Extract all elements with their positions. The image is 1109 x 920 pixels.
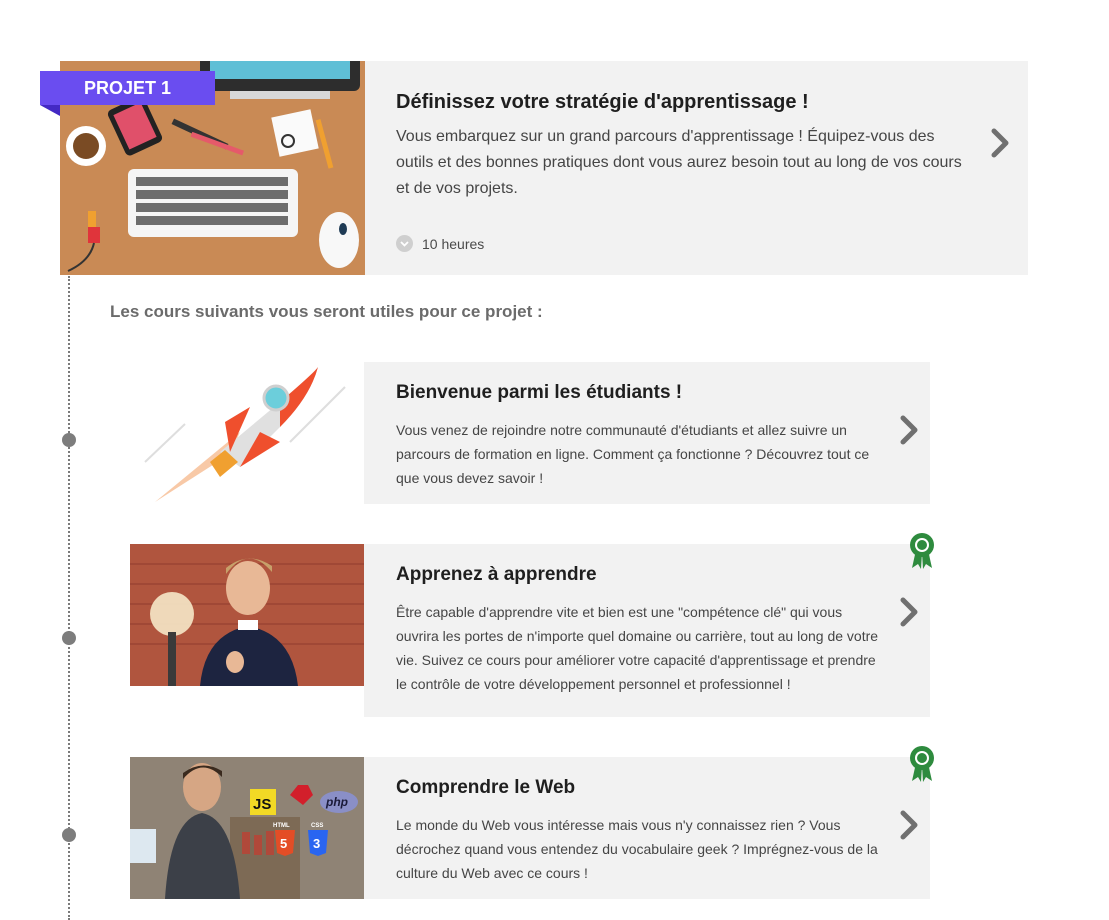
timeline-line [68,276,70,920]
css-label: CSS [311,823,323,829]
award-ribbon-icon [910,533,934,569]
html5-logo: 5 [280,836,287,851]
course-title: Apprenez à apprendre [396,564,597,585]
rocket-illustration [144,367,346,502]
chevron-right-icon[interactable] [897,597,923,627]
css3-logo: 3 [313,836,320,851]
duration-label: 10 heures [422,235,485,252]
project-duration: 10 heures [396,235,484,252]
course-thumbnail: JS php HTML 5 CSS 3 [130,757,364,899]
course-title: Bienvenue parmi les étudiants ! [396,382,683,403]
project-badge: PROJET 1 [40,71,215,105]
timeline-dot [62,828,76,842]
timeline-dot [62,433,76,447]
course-description: Le monde du Web vous intéresse mais vous… [396,817,878,881]
course-thumbnail [130,544,364,686]
project-title: Définissez votre stratégie d'apprentissa… [396,91,809,113]
clock-icon [396,235,413,252]
course-info: Bienvenue parmi les étudiants ! Vous ven… [364,362,930,504]
php-logo: php [325,795,348,809]
course-card[interactable]: Bienvenue parmi les étudiants ! Vous ven… [130,362,930,504]
js-logo: JS [253,796,271,813]
chevron-right-icon[interactable] [897,415,923,445]
course-card[interactable]: JS php HTML 5 CSS 3 Comprendre le Web Le… [130,746,934,899]
html-label: HTML [273,823,290,829]
project-description: Vous embarquez sur un grand parcours d'a… [396,128,962,197]
course-description: Être capable d'apprendre vite et bien es… [396,604,879,692]
course-thumbnail [130,362,364,504]
project-info: Définissez votre stratégie d'apprentissa… [365,61,1028,275]
course-info: Apprenez à apprendre Être capable d'appr… [364,533,934,717]
course-title: Comprendre le Web [396,777,576,798]
timeline-dot [62,631,76,645]
course-info: Comprendre le Web Le monde du Web vous i… [364,746,934,899]
award-ribbon-icon [910,746,934,782]
section-title: Les cours suivants vous seront utiles po… [110,302,543,321]
project-badge-fold [40,105,60,116]
instructor-photo [130,544,364,686]
course-card[interactable]: Apprenez à apprendre Être capable d'appr… [130,533,934,717]
chevron-right-icon[interactable] [897,810,923,840]
chevron-right-icon[interactable] [988,128,1014,158]
course-description: Vous venez de rejoindre notre communauté… [396,422,870,486]
instructor-web-logos-photo: JS php HTML 5 CSS 3 [130,757,364,899]
